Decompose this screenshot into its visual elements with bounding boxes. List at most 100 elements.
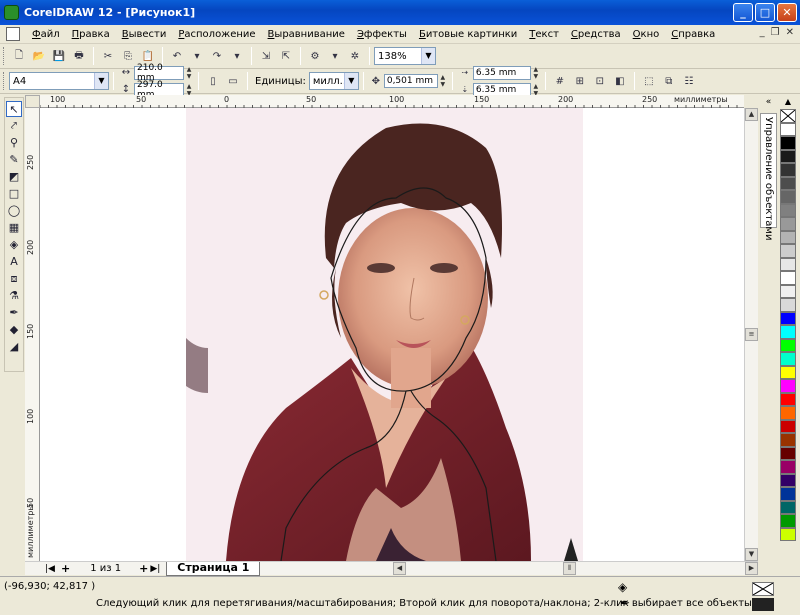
color-swatch[interactable] [780, 406, 796, 420]
color-swatch[interactable] [780, 176, 796, 190]
redo-dropdown-icon[interactable]: ▾ [229, 48, 245, 64]
export-icon[interactable]: ⇱ [278, 48, 294, 64]
color-swatch[interactable] [780, 325, 796, 339]
color-swatch[interactable] [780, 244, 796, 258]
menu-effects[interactable]: Эффекты [351, 29, 413, 40]
color-swatch[interactable] [780, 338, 796, 352]
new-icon[interactable]: 🗋 [11, 48, 27, 64]
add-page-after-icon[interactable]: + [139, 562, 148, 575]
pick-tool-icon[interactable]: ↖ [6, 101, 22, 117]
doc-minimize-icon[interactable]: _ [760, 27, 765, 38]
color-swatch[interactable] [780, 392, 796, 406]
color-swatch[interactable] [780, 419, 796, 433]
toolbar-grip[interactable] [3, 47, 6, 65]
menu-tools[interactable]: Средства [565, 29, 627, 40]
menu-window[interactable]: Окно [627, 29, 666, 40]
docker-collapse-icon[interactable]: « [760, 97, 777, 111]
coreldraw-app-icon[interactable] [4, 5, 19, 20]
cut-icon[interactable]: ✂ [100, 48, 116, 64]
menu-edit[interactable]: Правка [66, 29, 116, 40]
color-swatch[interactable] [780, 271, 796, 285]
scroll-up-icon[interactable]: ▲ [745, 108, 758, 121]
duplicate-x-input[interactable]: 6.35 mm [472, 65, 531, 80]
color-swatch[interactable] [780, 298, 796, 312]
document-icon[interactable] [6, 27, 20, 41]
toolbar-grip[interactable] [3, 72, 6, 90]
menu-file[interactable]: Файл [26, 29, 66, 40]
snap-objects-icon[interactable]: ⊡ [592, 73, 608, 89]
menu-view[interactable]: Вывести [116, 29, 173, 40]
drawing-canvas[interactable] [40, 108, 744, 561]
color-swatch[interactable] [780, 527, 796, 541]
color-swatch[interactable] [780, 500, 796, 514]
object-manager-docker-tab[interactable]: Управление объектами [760, 113, 777, 240]
scroll-left-icon[interactable]: ◀ [393, 562, 406, 575]
color-swatch[interactable] [780, 257, 796, 271]
dynamic-guides-icon[interactable]: ◧ [612, 73, 628, 89]
color-swatch[interactable] [780, 433, 796, 447]
color-swatch[interactable] [780, 136, 796, 150]
color-swatch[interactable] [780, 352, 796, 366]
color-swatch[interactable] [780, 163, 796, 177]
zoom-tool-icon[interactable]: ⚲ [6, 135, 22, 151]
redo-icon[interactable]: ↷ [209, 48, 225, 64]
fill-tool-icon[interactable]: ◆ [6, 322, 22, 338]
menu-bitmaps[interactable]: Битовые картинки [413, 29, 523, 40]
fill-color-indicator[interactable] [752, 582, 774, 596]
scroll-down-icon[interactable]: ▼ [745, 548, 758, 561]
scroll-right-icon[interactable]: ▶ [745, 562, 758, 575]
scroll-thumb[interactable]: ≡ [745, 328, 758, 341]
portrait-icon[interactable]: ▯ [205, 73, 221, 89]
zoom-combo[interactable]: 138% ▼ [374, 47, 436, 65]
nudge-input[interactable]: 0,501 mm [383, 74, 438, 88]
application-launcher-icon[interactable]: ⚙ [307, 48, 323, 64]
basic-shapes-tool-icon[interactable]: ◈ [6, 237, 22, 253]
outline-tool-icon[interactable]: ✒ [6, 305, 22, 321]
color-swatch[interactable] [780, 311, 796, 325]
rectangle-tool-icon[interactable]: □ [6, 186, 22, 202]
color-swatch[interactable] [780, 487, 796, 501]
close-button[interactable]: ✕ [777, 3, 797, 22]
edit-across-layers-icon[interactable]: ⧉ [661, 73, 677, 89]
vertical-ruler[interactable]: 250 200 150 100 50 миллиметры [25, 108, 40, 561]
interactive-fill-tool-icon[interactable]: ◢ [6, 339, 22, 355]
menu-layout[interactable]: Расположение [172, 29, 261, 40]
paper-width-input[interactable]: 210.0 mm [134, 63, 184, 83]
open-icon[interactable]: 📂 [31, 48, 47, 64]
color-swatch[interactable] [780, 446, 796, 460]
menu-help[interactable]: Справка [665, 29, 721, 40]
import-icon[interactable]: ⇲ [258, 48, 274, 64]
color-swatch[interactable] [780, 190, 796, 204]
color-swatch[interactable] [780, 379, 796, 393]
color-swatch[interactable] [780, 284, 796, 298]
add-page-before-icon[interactable]: + [61, 562, 70, 575]
chevron-down-icon[interactable]: ▼ [343, 73, 358, 89]
graph-paper-tool-icon[interactable]: ▦ [6, 220, 22, 236]
units-combo[interactable]: милл... ▼ [308, 72, 359, 90]
chevron-down-icon[interactable]: ▼ [94, 73, 108, 89]
color-swatch[interactable] [780, 514, 796, 528]
portrait-photo[interactable] [186, 108, 583, 561]
color-swatch[interactable] [780, 365, 796, 379]
horizontal-ruler[interactable]: 100 50 0 50 100 150 200 250 миллиметры [40, 95, 744, 108]
launcher-dropdown-icon[interactable]: ▾ [327, 48, 343, 64]
undo-dropdown-icon[interactable]: ▾ [189, 48, 205, 64]
eyedropper-tool-icon[interactable]: ⚗ [6, 288, 22, 304]
text-tool-icon[interactable]: A [6, 254, 22, 270]
ellipse-tool-icon[interactable]: ◯ [6, 203, 22, 219]
color-swatch[interactable] [780, 460, 796, 474]
no-color-swatch[interactable] [780, 109, 796, 123]
color-swatch[interactable] [780, 203, 796, 217]
width-spinner[interactable]: ▲ ▼ [184, 66, 194, 80]
dup-x-spinner[interactable]: ▲ ▼ [531, 66, 541, 80]
vertical-scrollbar[interactable]: ▲ ≡ ▼ [744, 108, 758, 561]
tab-page-1[interactable]: Страница 1 [166, 561, 261, 576]
shape-tool-icon[interactable]: ⤤ [6, 118, 22, 134]
chevron-down-icon[interactable]: ▼ [421, 48, 435, 64]
options-icon[interactable]: ☷ [681, 73, 697, 89]
horizontal-scrollbar[interactable]: ◀ ⦀ ▶ [393, 562, 758, 575]
color-swatch[interactable] [780, 217, 796, 231]
interactive-blend-tool-icon[interactable]: ⧈ [6, 271, 22, 287]
menu-arrange[interactable]: Выравнивание [262, 29, 351, 40]
paper-type-combo[interactable]: A4 ▼ [9, 72, 109, 90]
